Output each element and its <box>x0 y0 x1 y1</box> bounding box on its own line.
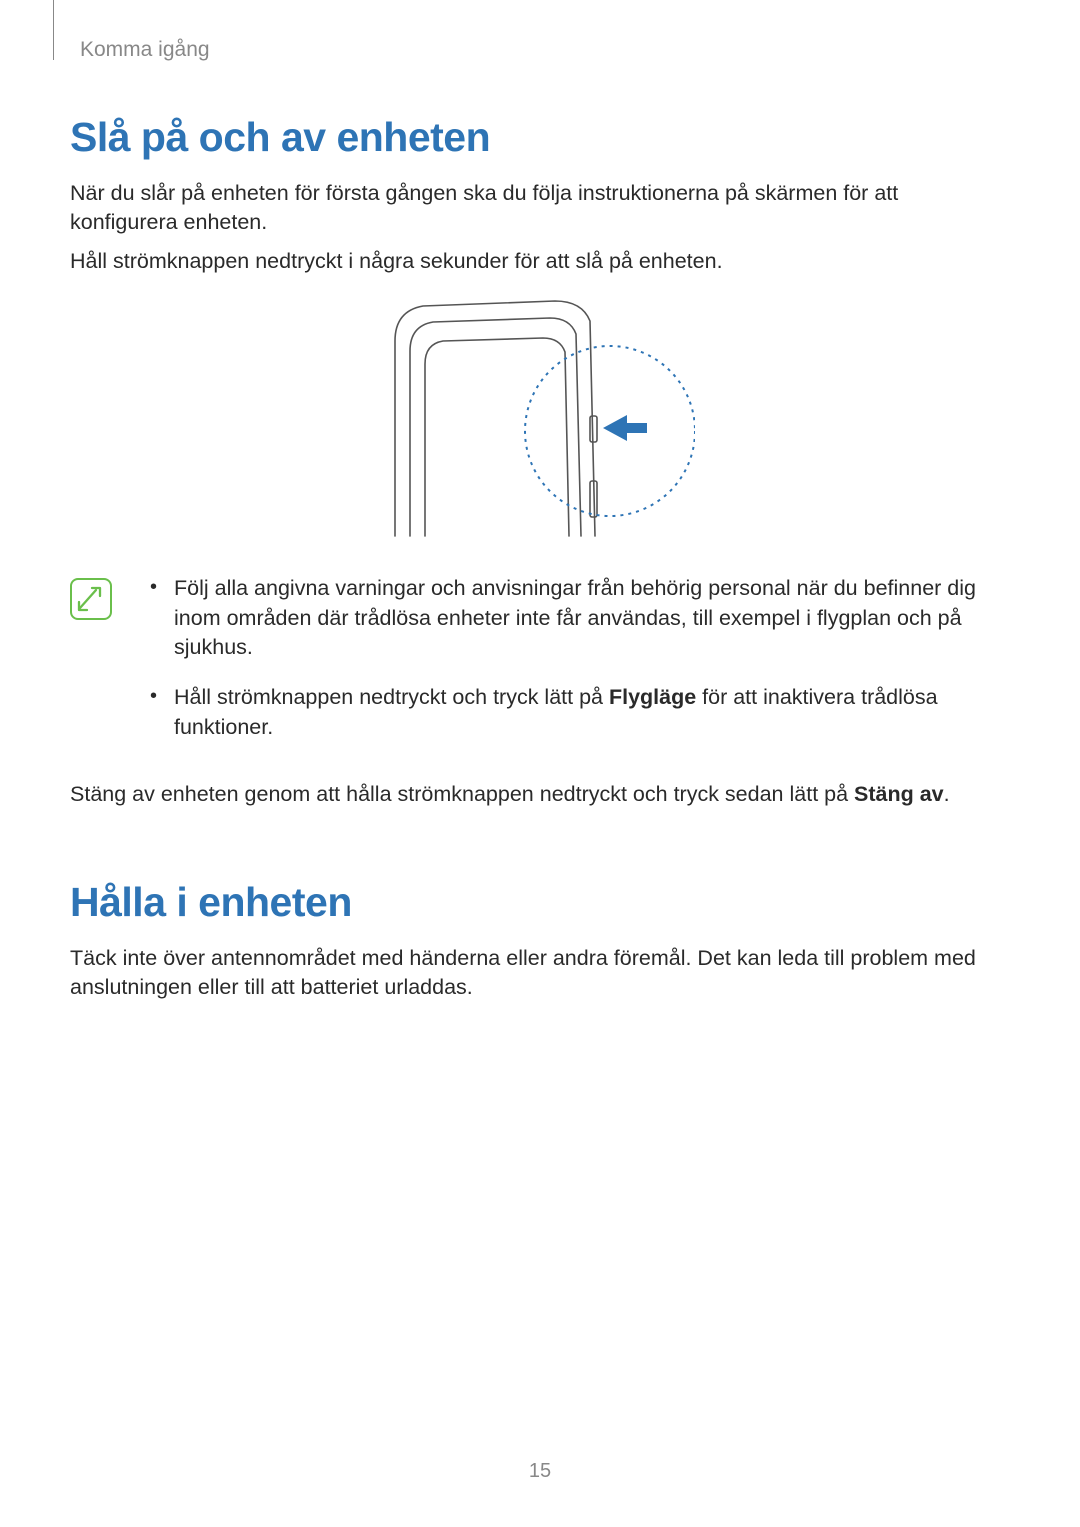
section1-p3-pre: Stäng av enheten genom att hålla strömkn… <box>70 782 854 806</box>
section1-paragraph-1: När du slår på enheten för första gången… <box>70 179 1010 237</box>
note-bullet-2: Håll strömknappen nedtryckt och tryck lä… <box>146 683 1010 742</box>
section2-paragraph-1: Täck inte över antennområdet med händern… <box>70 944 1010 1002</box>
note-bullet-2-pre: Håll strömknappen nedtryckt och tryck lä… <box>174 685 609 709</box>
section1-p3-post: . <box>944 782 950 806</box>
note-bullet-1: Följ alla angivna varningar och anvisnin… <box>146 574 1010 663</box>
note-bullet-2-bold: Flygläge <box>609 685 696 709</box>
device-power-button-figure <box>70 296 1010 546</box>
section1-p3-bold: Stäng av <box>854 782 944 806</box>
note-list: Följ alla angivna varningar och anvisnin… <box>146 574 1010 762</box>
note-block: Följ alla angivna varningar och anvisnin… <box>70 574 1010 762</box>
section-title-hold: Hålla i enheten <box>70 879 1010 926</box>
note-icon <box>70 578 112 620</box>
breadcrumb: Komma igång <box>80 38 1010 62</box>
page-number: 15 <box>0 1460 1080 1483</box>
section1-paragraph-3: Stäng av enheten genom att hålla strömkn… <box>70 780 1010 809</box>
header-tab-line <box>44 0 54 60</box>
page-content: Komma igång Slå på och av enheten När du… <box>0 0 1080 1002</box>
section1-paragraph-2: Håll strömknappen nedtryckt i några seku… <box>70 247 1010 276</box>
section-title-power: Slå på och av enheten <box>70 114 1010 161</box>
